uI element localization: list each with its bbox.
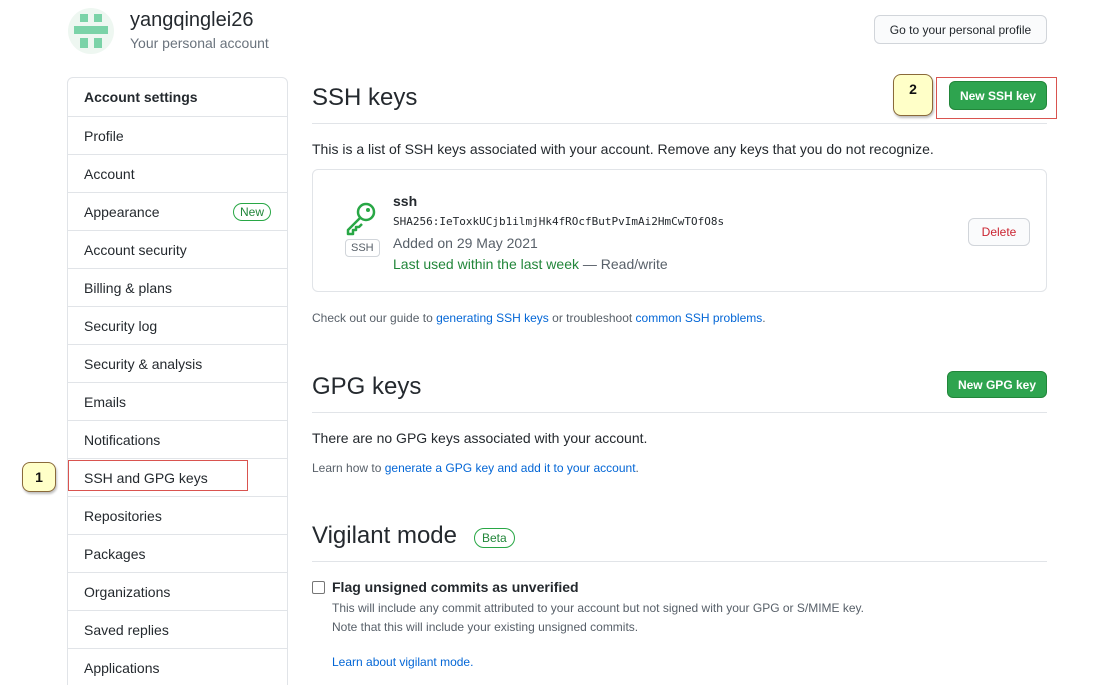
common-ssh-problems-link[interactable]: common SSH problems [636,311,763,325]
beta-badge: Beta [474,528,515,548]
avatar [68,8,114,54]
sidebar-item-label: Organizations [84,583,171,600]
settings-sidebar: Account settings Profile Account Appeara… [67,77,288,685]
gpg-empty-text: There are no GPG keys associated with yo… [312,430,648,446]
key-access: — Read/write [579,256,668,272]
sidebar-item-billing[interactable]: Billing & plans [68,268,287,306]
flag-unsigned-commits-label[interactable]: Flag unsigned commits as unverified [332,579,579,595]
sidebar-item-label: Appearance [84,203,160,220]
vigilant-note-2: Note that this will include your existin… [332,620,639,634]
sidebar-item-label: Repositories [84,507,162,524]
gpg-learn-prefix: Learn how to [312,461,385,475]
ssh-key-card: SSH ssh SHA256:IeToxkUCjb1ilmjHk4fROcfBu… [312,169,1047,292]
go-to-profile-button[interactable]: Go to your personal profile [874,15,1047,44]
sidebar-item-notifications[interactable]: Notifications [68,420,287,458]
step-callout-1: 1 [22,462,56,492]
ssh-guide-text: Check out our guide to generating SSH ke… [312,311,766,325]
sidebar-item-repositories[interactable]: Repositories [68,496,287,534]
guide-prefix: Check out our guide to [312,311,437,325]
sidebar-item-label: Notifications [84,431,161,448]
sidebar-item-label: Applications [84,659,160,676]
flag-unsigned-commits-checkbox[interactable] [312,581,325,594]
sidebar-item-profile[interactable]: Profile [68,116,287,154]
sidebar-item-label: Security log [84,317,158,334]
key-added-date: Added on 29 May 2021 [393,235,538,251]
guide-suffix: . [762,311,766,325]
sidebar-item-security-analysis[interactable]: Security & analysis [68,344,287,382]
divider [312,412,1047,413]
sidebar-item-label: Packages [84,545,146,562]
username: yangqinglei26 [130,9,254,31]
ssh-description: This is a list of SSH keys associated wi… [312,141,934,157]
sidebar-item-packages[interactable]: Packages [68,534,287,572]
gpg-learn-text: Learn how to generate a GPG key and add … [312,461,639,475]
sidebar-ssh-highlight [68,460,248,491]
divider [312,561,1047,562]
key-icon [346,202,376,236]
sidebar-item-label: Security & analysis [84,355,203,372]
sidebar-item-account-security[interactable]: Account security [68,230,287,268]
sidebar-item-label: Profile [84,127,124,144]
generating-ssh-keys-link[interactable]: generating SSH keys [436,311,549,325]
learn-vigilant-mode-link[interactable]: Learn about vigilant mode. [332,655,473,669]
key-last-used-text: Last used within the last week [393,256,579,272]
ssh-type-label: SSH [345,239,380,257]
vigilant-note-1: This will include any commit attributed … [332,601,865,615]
gpg-learn-suffix: . [635,461,639,475]
divider [312,123,1047,124]
ssh-keys-title: SSH keys [312,84,418,111]
sidebar-item-label: Account [84,165,135,182]
vigilant-mode-title: Vigilant mode [312,522,457,549]
key-last-used: Last used within the last week — Read/wr… [393,256,668,272]
sidebar-item-account[interactable]: Account [68,154,287,192]
sidebar-item-label: Account security [84,241,187,258]
guide-middle: or troubleshoot [548,311,636,325]
new-ssh-key-button[interactable]: New SSH key [949,81,1047,110]
generate-gpg-key-link[interactable]: generate a GPG key and add it to your ac… [385,461,636,475]
sidebar-item-label: Saved replies [84,621,169,638]
account-subtitle: Your personal account [130,35,269,51]
sidebar-item-organizations[interactable]: Organizations [68,572,287,610]
new-badge: New [232,203,271,221]
sidebar-item-emails[interactable]: Emails [68,382,287,420]
sidebar-heading: Account settings [84,89,198,105]
gpg-keys-title: GPG keys [312,373,422,400]
delete-key-button[interactable]: Delete [968,218,1030,246]
sidebar-item-label: Billing & plans [84,279,172,296]
sidebar-item-label: Emails [84,393,127,410]
sidebar-item-saved-replies[interactable]: Saved replies [68,610,287,648]
sidebar-item-appearance[interactable]: Appearance New [68,192,287,230]
sidebar-item-applications[interactable]: Applications [68,648,287,685]
sidebar-item-security-log[interactable]: Security log [68,306,287,344]
key-fingerprint: SHA256:IeToxkUCjb1ilmjHk4fROcfButPvImAi2… [393,215,725,228]
key-title: ssh [393,193,418,209]
step-callout-2: 2 [893,74,933,116]
new-gpg-key-button[interactable]: New GPG key [947,371,1047,398]
